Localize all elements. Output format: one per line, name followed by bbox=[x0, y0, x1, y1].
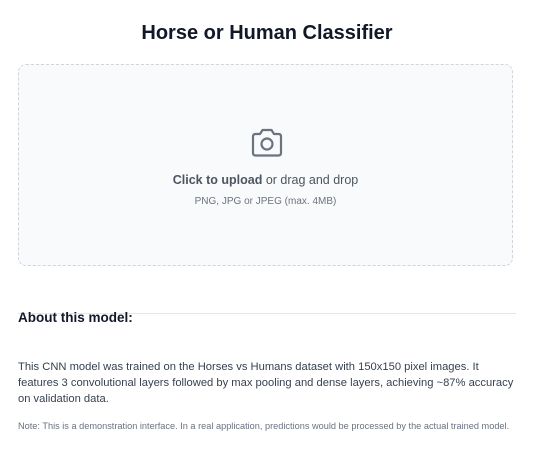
camera-icon bbox=[249, 127, 285, 159]
upload-instructions[interactable]: Click to upload or drag and drop bbox=[19, 172, 512, 188]
click-to-upload-link[interactable]: Click to upload bbox=[173, 173, 263, 187]
drag-and-drop-text: or drag and drop bbox=[262, 173, 359, 187]
about-heading: About this model: bbox=[18, 310, 133, 325]
about-description: This CNN model was trained on the Horses… bbox=[18, 361, 514, 405]
file-type-hint: PNG, JPG or JPEG (max. 4MB) bbox=[194, 196, 337, 207]
demo-note: Note: This is a demonstration interface.… bbox=[18, 421, 510, 431]
page-title: Horse or Human Classifier bbox=[141, 22, 393, 44]
upload-dropzone[interactable]: Click to upload or drag and drop PNG, JP… bbox=[18, 64, 513, 266]
